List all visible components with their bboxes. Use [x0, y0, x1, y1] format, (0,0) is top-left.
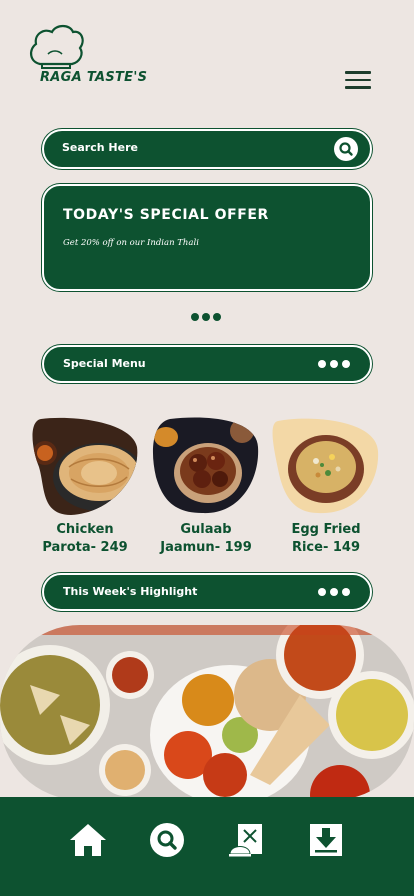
brand-name: RAGA TASTE'S: [40, 70, 148, 85]
dish-name: Chicken Parota- 249: [42, 522, 128, 555]
pager-dot[interactable]: [191, 313, 199, 321]
egg-fried-rice-bowl-image: [272, 418, 379, 514]
special-offer-card[interactable]: TODAY'S SPECIAL OFFER Get 20% off on our…: [42, 184, 372, 291]
offer-title: TODAY'S SPECIAL OFFER: [63, 207, 269, 223]
weekly-highlight-bar[interactable]: This Week's Highlight: [42, 573, 372, 611]
offer-subtitle: Get 20% off on our Indian Thali: [63, 238, 199, 248]
gulab-jamun-bowl-image: [152, 417, 259, 514]
pager-dot[interactable]: [213, 313, 221, 321]
bottom-nav: [0, 797, 414, 896]
parota-plate-image: [32, 417, 138, 516]
brand-logo: RAGA TASTE'S: [26, 24, 156, 94]
search-icon[interactable]: [334, 137, 358, 161]
search-icon[interactable]: [144, 817, 190, 863]
download-box-icon[interactable]: [303, 817, 349, 863]
pager-dot[interactable]: [202, 313, 210, 321]
search-bar[interactable]: [42, 129, 372, 169]
home-icon[interactable]: [65, 817, 111, 863]
dish-card-gulab-jamun[interactable]: Gulaab Jaamun- 199: [152, 417, 260, 557]
carousel-pager[interactable]: [191, 313, 223, 323]
chef-menu-icon[interactable]: [224, 817, 270, 863]
dish-name: Egg Fried Rice- 149: [291, 522, 361, 555]
special-menu-label: Special Menu: [63, 357, 146, 370]
dish-card-egg-fried-rice[interactable]: Egg Fried Rice- 149: [272, 417, 380, 557]
more-dots-icon[interactable]: [318, 588, 350, 596]
special-menu-bar[interactable]: Special Menu: [42, 345, 372, 383]
more-dots-icon[interactable]: [318, 360, 350, 368]
indian-thali-spread-image[interactable]: [0, 625, 414, 800]
hamburger-menu-icon[interactable]: [345, 71, 371, 91]
highlight-label: This Week's Highlight: [63, 585, 198, 598]
dish-card-parota[interactable]: Chicken Parota- 249: [31, 417, 139, 557]
search-input[interactable]: [62, 141, 312, 154]
dish-name: Gulaab Jaamun- 199: [160, 522, 252, 555]
chef-hat-icon: [30, 24, 84, 69]
